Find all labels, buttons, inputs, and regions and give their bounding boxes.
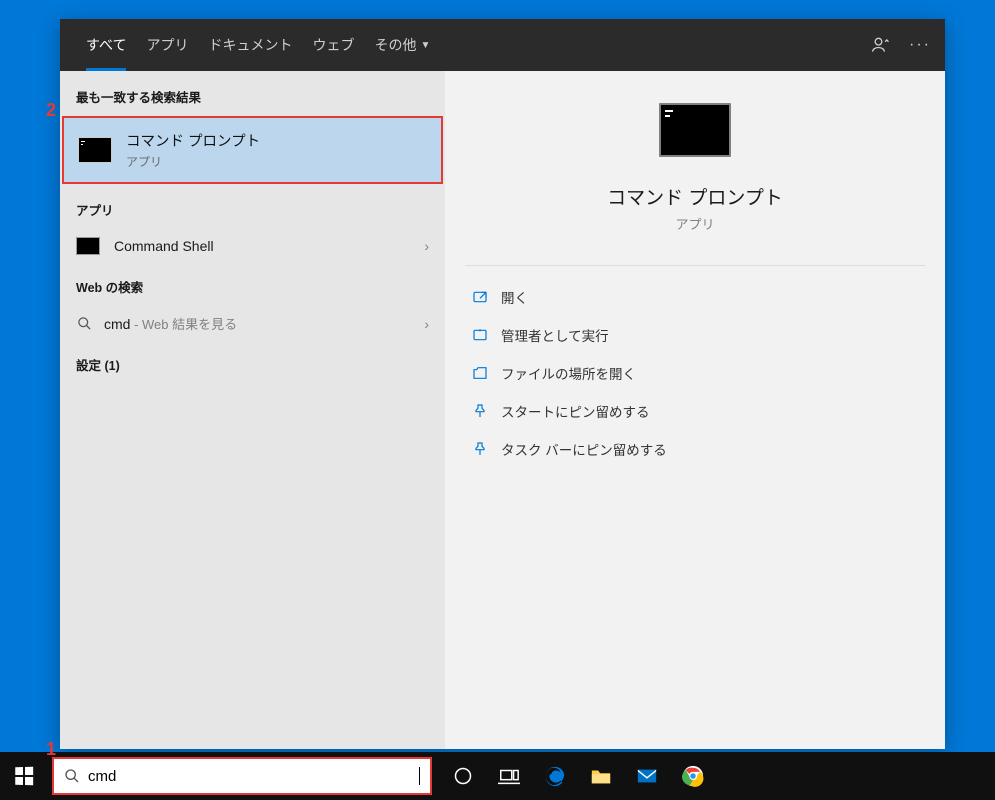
results-column: 最も一致する検索結果 2 コマンド プロンプト アプリ アプリ Command … [60,71,445,749]
web-query: cmd [104,316,130,332]
best-match-title: コマンド プロンプト [126,130,260,151]
tab-more[interactable]: その他▼ [364,19,440,71]
edge-icon[interactable] [532,752,578,800]
action-open-location[interactable]: ファイルの場所を開く [461,354,929,392]
annotation-2: 2 [46,100,56,121]
best-match-subtitle: アプリ [126,153,260,170]
app-item-label: Command Shell [114,238,214,254]
admin-icon [471,326,489,344]
taskbar: 1 [0,752,995,800]
section-settings: 設定 (1) [60,347,445,382]
section-web: Web の検索 [60,269,445,304]
taskbar-icons [440,752,716,800]
cortana-icon[interactable] [440,752,486,800]
chevron-right-icon: › [424,238,429,254]
search-icon [76,316,92,332]
section-apps: アプリ [60,192,445,227]
best-match-item[interactable]: 2 コマンド プロンプト アプリ [62,116,443,184]
pin-icon [471,402,489,420]
feedback-icon[interactable] [871,35,891,55]
mail-icon[interactable] [624,752,670,800]
chevron-right-icon: › [424,316,429,332]
explorer-icon[interactable] [578,752,624,800]
cmd-large-icon [659,103,731,157]
action-pin-start[interactable]: スタートにピン留めする [461,392,929,430]
app-item-command-shell[interactable]: Command Shell › [60,227,445,265]
terminal-icon [76,237,100,255]
section-best-match: 最も一致する検索結果 [60,79,445,114]
folder-icon [471,364,489,382]
windows-logo-icon [15,767,33,785]
divider [465,265,925,266]
task-view-icon[interactable] [486,752,532,800]
chrome-icon[interactable] [670,752,716,800]
search-icon [64,768,80,784]
detail-subtitle: アプリ [675,214,714,233]
search-input[interactable] [88,768,422,785]
start-button[interactable] [0,752,48,800]
taskbar-search-box[interactable]: 1 [52,757,432,795]
panel-body: 最も一致する検索結果 2 コマンド プロンプト アプリ アプリ Command … [60,71,945,749]
detail-column: コマンド プロンプト アプリ 開く 管理者として実行 [445,71,945,749]
tab-docs[interactable]: ドキュメント [198,19,302,71]
actions-list: 開く 管理者として実行 ファイルの場所を開く [445,274,945,472]
text-cursor [419,767,420,785]
annotation-1: 1 [46,739,56,760]
action-run-admin[interactable]: 管理者として実行 [461,316,929,354]
action-open[interactable]: 開く [461,278,929,316]
web-hint: - Web 結果を見る [130,317,237,332]
tab-apps[interactable]: アプリ [136,19,198,71]
cmd-icon [78,137,112,163]
chevron-down-icon: ▼ [420,40,430,51]
detail-title: コマンド プロンプト [607,183,783,210]
action-pin-taskbar[interactable]: タスク バーにピン留めする [461,430,929,468]
open-icon [471,288,489,306]
search-panel: すべて アプリ ドキュメント ウェブ その他▼ ··· 最も一致する検索結果 2… [60,19,945,749]
more-icon[interactable]: ··· [909,36,931,54]
pin-icon [471,440,489,458]
web-search-item[interactable]: cmd - Web 結果を見る › [60,304,445,343]
tabbar: すべて アプリ ドキュメント ウェブ その他▼ ··· [60,19,945,71]
tab-all[interactable]: すべて [76,19,136,71]
tab-web[interactable]: ウェブ [302,19,364,71]
